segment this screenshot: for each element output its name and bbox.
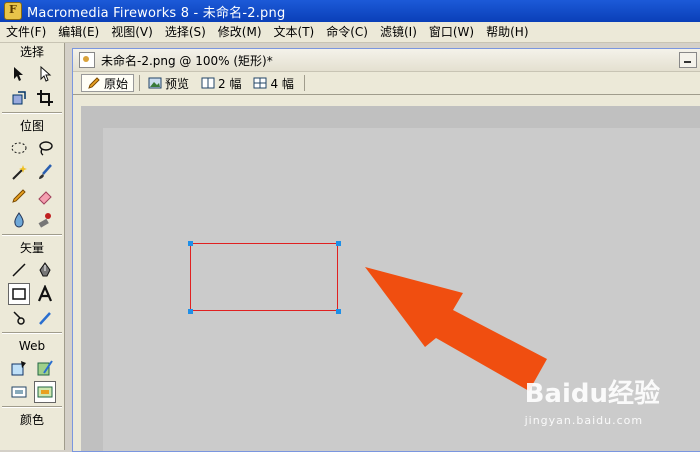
pen-tool[interactable] [34,259,56,281]
lasso-tool[interactable] [34,137,56,159]
hide-slices-icon [11,386,27,398]
line-tool[interactable] [8,259,30,281]
tab-label: 原始 [104,76,129,91]
text-tool[interactable] [34,283,56,305]
menu-commands[interactable]: 命令(C) [320,22,374,42]
document-title-bar: 未命名-2.png @ 100% (矩形)* [73,49,700,72]
brush-tool[interactable] [34,161,56,183]
rectangle-tool[interactable] [8,283,30,305]
text-a-icon [37,285,53,302]
menu-view[interactable]: 视图(V) [105,22,159,42]
app-title: Macromedia Fireworks 8 - 未命名-2.png [27,5,286,21]
pen-icon [39,262,51,277]
tab-preview[interactable]: 预览 [143,74,194,92]
tab-label: 预览 [165,76,190,91]
tools-panel: 选择 位图 矢量 Web 颜色 [0,43,65,450]
menu-window[interactable]: 窗口(W) [423,22,480,42]
tools-section-colors: 颜色 [19,413,44,427]
tab-separator [139,75,141,91]
menu-edit[interactable]: 编辑(E) [52,22,105,42]
tools-section-web: Web [18,339,46,353]
menu-bar: 文件(F) 编辑(E) 视图(V) 选择(S) 修改(M) 文本(T) 命令(C… [0,22,700,43]
scale-tool[interactable] [8,87,30,109]
show-slices-toggle[interactable] [34,381,56,403]
water-drop-icon [14,212,24,228]
baidu-watermark: Baidu经验 jingyan.baidu.com [525,373,660,427]
hotspot-icon [11,361,26,376]
minimize-button[interactable] [679,52,697,68]
tools-section-select: 选择 [19,45,44,59]
menu-filters[interactable]: 滤镜(I) [374,22,423,42]
lasso-icon [39,141,53,156]
freeform-icon [13,311,25,325]
knife-icon [39,312,51,325]
freeform-tool[interactable] [8,307,30,329]
magic-wand-tool[interactable] [8,161,30,183]
menu-select[interactable]: 选择(S) [159,22,212,42]
document-icon [79,52,95,68]
menu-file[interactable]: 文件(F) [0,22,52,42]
pencil-icon [12,189,26,203]
subselect-tool[interactable] [34,63,56,85]
blur-tool[interactable] [8,209,30,231]
eraser-tool[interactable] [34,185,56,207]
watermark-url: jingyan.baidu.com [524,414,644,427]
pointer-arrow-icon [14,67,23,81]
pointer-tool[interactable] [8,63,30,85]
eraser-icon [38,191,52,205]
two-up-icon [201,77,215,89]
image-icon [148,77,162,89]
hollow-arrow-icon [40,65,52,82]
four-up-icon [253,77,267,89]
view-tabs: 原始 预览 2 幅 4 幅 [73,72,700,95]
tab-label: 2 幅 [218,76,242,91]
tab-original[interactable]: 原始 [81,74,135,92]
tools-divider [2,234,62,236]
menu-modify[interactable]: 修改(M) [212,22,268,42]
pencil-tool[interactable] [8,185,30,207]
fireworks-app-icon [4,2,22,20]
ellipse-marquee-icon [11,142,27,154]
app-title-bar: Macromedia Fireworks 8 - 未命名-2.png [0,0,700,22]
watermark-brand: Baidu经验 [524,379,660,409]
tab-4-up[interactable]: 4 幅 [248,74,298,92]
slice-tool[interactable] [34,357,56,379]
crop-icon [37,90,53,106]
tools-section-vector: 矢量 [19,241,44,255]
marquee-tool[interactable] [8,137,30,159]
crop-tool[interactable] [34,87,56,109]
tools-section-bitmap: 位图 [19,119,44,133]
line-icon [12,263,26,277]
hotspot-tool[interactable] [8,357,30,379]
document-title: 未命名-2.png @ 100% (矩形)* [101,53,273,68]
tab-label: 4 幅 [270,76,294,91]
brush-icon [39,164,52,179]
tab-separator [303,75,305,91]
tools-divider [2,332,62,334]
pencil-icon [88,77,100,89]
rubber-stamp-tool[interactable] [34,209,56,231]
hide-slices-toggle[interactable] [8,381,30,403]
tab-2-up[interactable]: 2 幅 [196,74,246,92]
show-slices-icon [37,386,53,398]
slice-icon [37,360,53,376]
tools-divider [2,112,62,114]
stamp-icon [38,213,51,228]
rectangle-icon [12,288,26,300]
menu-help[interactable]: 帮助(H) [480,22,534,42]
menu-text[interactable]: 文本(T) [268,22,321,42]
tools-divider [2,406,62,408]
magic-wand-icon [12,165,27,180]
scale-icon [12,91,26,105]
knife-tool[interactable] [34,307,56,329]
